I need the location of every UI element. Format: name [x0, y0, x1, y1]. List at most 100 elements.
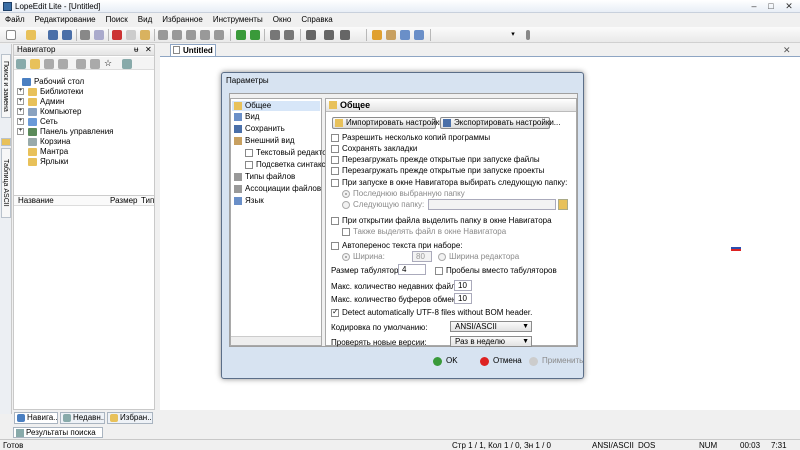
category-file-types[interactable]: Типы файлов	[232, 172, 295, 182]
sort-icon[interactable]	[90, 59, 100, 69]
select-file-also-checkbox[interactable]	[342, 228, 350, 236]
check-updates-select[interactable]: Раз в неделю ▼	[450, 336, 532, 347]
max-recent-input[interactable]: 10	[454, 280, 472, 291]
reload-projects-checkbox[interactable]	[331, 167, 339, 175]
tools-icon[interactable]	[372, 30, 382, 40]
tree-item[interactable]: Ярлыки	[28, 157, 68, 167]
up-folder-icon[interactable]	[16, 59, 26, 69]
bookmark-icon[interactable]	[306, 30, 316, 40]
category-text-editor[interactable]: Текстовый редактор	[243, 148, 331, 158]
import-settings-button[interactable]: Импортировать настройки...	[332, 117, 450, 129]
browse-folder-icon[interactable]	[558, 199, 568, 210]
refresh-icon[interactable]	[44, 59, 54, 69]
tab-favorites[interactable]: Избран...	[107, 412, 153, 424]
menu-search[interactable]: Поиск	[101, 14, 133, 26]
encoding-select[interactable]: ANSI/ASCII ▼	[450, 321, 532, 332]
column-size[interactable]: Размер	[110, 196, 138, 206]
undo-icon[interactable]	[270, 30, 280, 40]
close-icon[interactable]: ✕	[145, 45, 152, 55]
tree-item[interactable]: + Компьютер	[17, 107, 81, 117]
outdent-icon[interactable]	[250, 30, 260, 40]
tree-item[interactable]: + Сеть	[17, 117, 58, 127]
next-folder-radio[interactable]	[342, 201, 350, 209]
chevron-down-icon[interactable]: ▾	[508, 30, 518, 40]
tab-ascii-table[interactable]: Таблица ASCII	[1, 148, 11, 218]
expand-icon[interactable]: +	[17, 98, 24, 105]
tab-recent[interactable]: Недавн...	[60, 412, 105, 424]
apply-button[interactable]: Применить	[529, 354, 583, 368]
tree-item[interactable]: + Админ	[17, 97, 64, 107]
macro-icon[interactable]	[386, 30, 396, 40]
save-icon[interactable]	[48, 30, 58, 40]
category-save[interactable]: Сохранить	[232, 124, 285, 134]
word-wrap-checkbox[interactable]	[331, 242, 339, 250]
expand-icon[interactable]: +	[17, 88, 24, 95]
ok-button[interactable]: OK	[433, 354, 458, 368]
bookmark-next-icon[interactable]	[324, 30, 334, 40]
pin-icon[interactable]: ᵾ	[134, 45, 138, 55]
minimize-button[interactable]: –	[747, 1, 761, 11]
new-file-icon[interactable]	[6, 30, 16, 40]
save-bookmarks-checkbox[interactable]	[331, 145, 339, 153]
tree-item[interactable]: Корзина	[28, 137, 70, 147]
options-icon[interactable]	[414, 30, 424, 40]
save-all-icon[interactable]	[62, 30, 72, 40]
category-general[interactable]: Общее	[232, 101, 320, 111]
next-folder-input[interactable]	[428, 199, 556, 210]
expand-icon[interactable]: +	[17, 128, 24, 135]
filter-icon[interactable]	[58, 59, 68, 69]
editor-width-radio[interactable]	[438, 253, 446, 261]
navigator-folder-checkbox[interactable]	[331, 179, 339, 187]
select-file-folder-checkbox[interactable]	[331, 217, 339, 225]
tab-navigator[interactable]: Навига...	[14, 412, 58, 424]
expand-icon[interactable]: +	[17, 118, 24, 125]
menu-file[interactable]: Файл	[0, 14, 30, 26]
detect-utf8-checkbox[interactable]	[331, 307, 339, 317]
wrap-width-radio[interactable]	[342, 253, 350, 261]
menu-edit[interactable]: Редактирование	[30, 14, 101, 26]
folder-icon[interactable]	[30, 59, 40, 69]
last-folder-radio[interactable]	[342, 190, 350, 198]
category-view[interactable]: Вид	[232, 112, 259, 122]
horizontal-scrollbar[interactable]	[231, 336, 321, 345]
replace-icon[interactable]	[200, 30, 210, 40]
search-results-tab[interactable]: Результаты поиска 1	[13, 427, 103, 447]
multi-instance-checkbox[interactable]	[331, 134, 339, 142]
toolbar-grip-icon[interactable]	[526, 30, 530, 40]
column-type[interactable]: Тип	[141, 196, 154, 206]
maximize-button[interactable]: □	[764, 1, 778, 11]
tab-search-replace[interactable]: Поиск и замена	[1, 54, 11, 118]
category-appearance[interactable]: Внешний вид	[232, 136, 295, 146]
tree-item[interactable]: + Панель управления	[17, 127, 114, 137]
cut-icon[interactable]	[112, 30, 122, 40]
export-settings-button[interactable]: Экспортировать настройки...	[440, 117, 560, 129]
menu-window[interactable]: Окно	[268, 14, 297, 26]
tree-item[interactable]: + Библиотеки	[17, 87, 83, 97]
paste-icon[interactable]	[140, 30, 150, 40]
tab-size-input[interactable]: 4	[398, 264, 426, 275]
print-preview-icon[interactable]	[94, 30, 104, 40]
expand-icon[interactable]: +	[17, 108, 24, 115]
copy-icon[interactable]	[126, 30, 136, 40]
tree-item[interactable]: Рабочий стол	[22, 77, 84, 87]
wrap-width-input[interactable]: 80	[412, 251, 432, 262]
project-icon[interactable]	[122, 59, 132, 69]
column-name[interactable]: Название	[18, 196, 54, 206]
redo-icon[interactable]	[284, 30, 294, 40]
category-associations[interactable]: Ассоциации файлов	[232, 184, 321, 194]
category-language[interactable]: Язык	[232, 196, 264, 206]
window-icon[interactable]	[400, 30, 410, 40]
print-icon[interactable]	[80, 30, 90, 40]
find-icon[interactable]	[158, 30, 168, 40]
document-tab[interactable]: Untitled	[170, 44, 216, 56]
find-prev-icon[interactable]	[186, 30, 196, 40]
reload-files-checkbox[interactable]	[331, 156, 339, 164]
open-folder-icon[interactable]	[26, 30, 36, 40]
tree-item[interactable]: Мантра	[28, 147, 68, 157]
star-icon[interactable]: ☆	[104, 59, 114, 69]
menu-help[interactable]: Справка	[296, 14, 337, 26]
menu-tools[interactable]: Инструменты	[208, 14, 268, 26]
goto-icon[interactable]	[214, 30, 224, 40]
find-next-icon[interactable]	[172, 30, 182, 40]
cancel-button[interactable]: Отмена	[480, 354, 522, 368]
